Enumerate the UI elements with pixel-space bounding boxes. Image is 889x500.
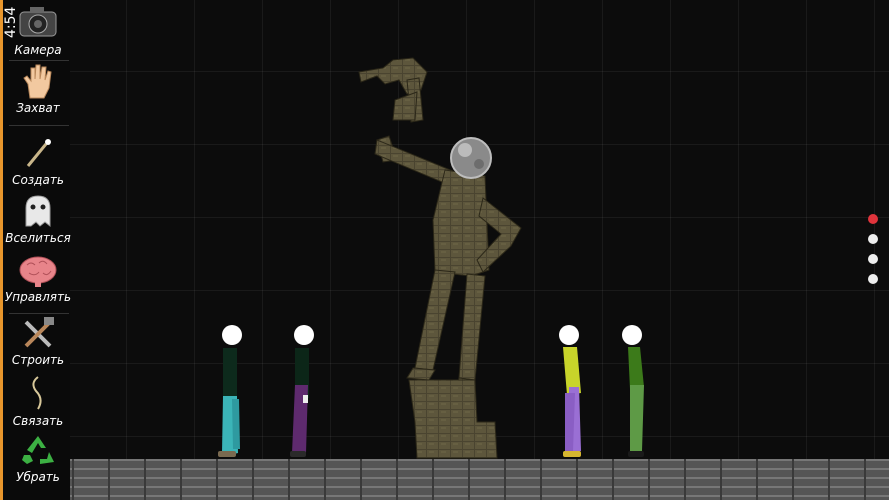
page-dot-3[interactable]: [868, 254, 878, 264]
tool-build-label: Строить: [11, 353, 65, 367]
tool-link-label: Связать: [12, 414, 64, 428]
divider: [9, 125, 69, 126]
brick-statue[interactable]: [355, 50, 535, 460]
tool-link[interactable]: Связать: [3, 373, 73, 428]
tools-icon: [24, 317, 54, 348]
page-dot-2[interactable]: [868, 234, 878, 244]
tool-control[interactable]: Управлять: [3, 253, 73, 304]
rope-icon: [32, 376, 42, 410]
ragdoll-green[interactable]: [612, 323, 652, 461]
hand-icon: [23, 64, 52, 99]
ghost-icon: [25, 195, 51, 228]
tool-possess-label: Вселиться: [5, 231, 71, 245]
tool-possess[interactable]: Вселиться: [3, 192, 73, 245]
ragdoll-purple[interactable]: [284, 323, 324, 461]
tool-remove-label: Убрать: [16, 470, 60, 484]
page-dot-1[interactable]: [868, 214, 878, 224]
recycle-icon: [22, 436, 54, 464]
tool-control-label: Управлять: [4, 290, 72, 304]
status-time: 4:54: [3, 6, 19, 38]
camera-icon: [19, 7, 57, 37]
page-indicator: [868, 214, 880, 294]
tool-grab[interactable]: Захват: [3, 62, 73, 115]
ragdoll-teal[interactable]: [212, 323, 252, 461]
tool-camera-label: Камера: [14, 43, 62, 57]
disco-ball-head[interactable]: [450, 137, 492, 179]
tool-remove[interactable]: Убрать: [3, 433, 73, 484]
divider: [9, 60, 69, 61]
sandbox-scene[interactable]: [0, 0, 889, 500]
ragdoll-yellow[interactable]: [549, 323, 589, 461]
tool-create-label: Создать: [12, 173, 64, 187]
ground-floor: [0, 459, 889, 500]
tool-create[interactable]: Создать: [3, 134, 73, 187]
page-dot-4[interactable]: [868, 274, 878, 284]
wand-icon: [26, 139, 51, 167]
tool-build[interactable]: Строить: [3, 314, 73, 367]
tool-grab-label: Захват: [16, 101, 60, 115]
brain-icon: [19, 256, 57, 287]
tool-sidebar: Камера Захват Создать Вселиться Управлят…: [0, 0, 73, 500]
